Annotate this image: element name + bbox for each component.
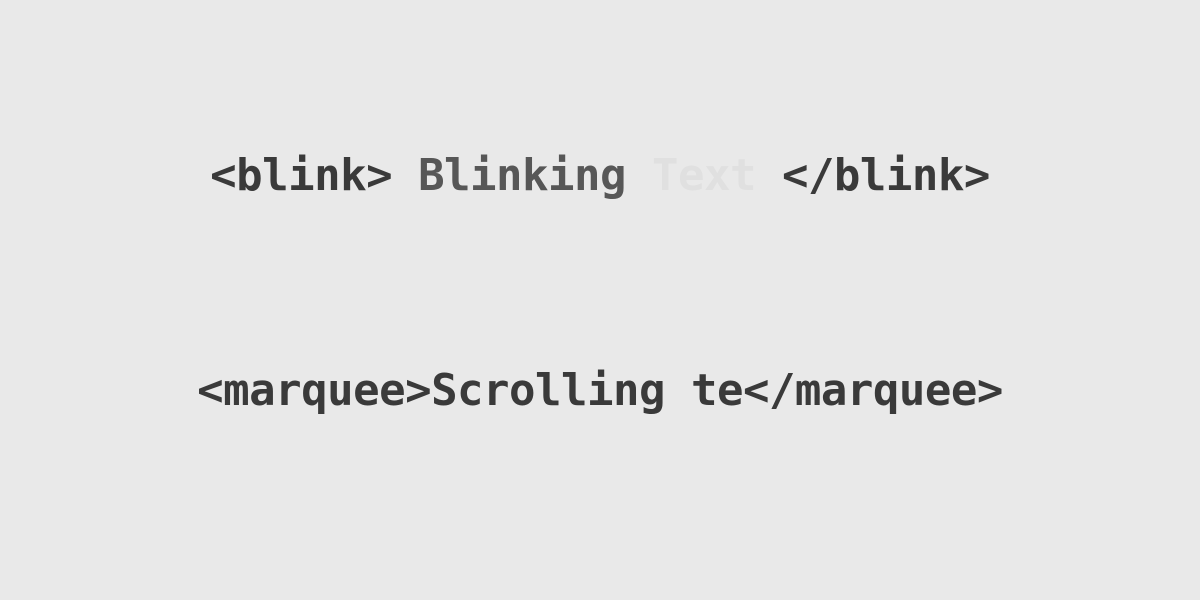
marquee-content: Scrolling te xyxy=(431,365,743,416)
marquee-example-line: <marquee>Scrolling te</marquee> xyxy=(0,365,1200,416)
blink-close-tag: </blink> xyxy=(782,150,990,201)
marquee-close-tag: </marquee> xyxy=(743,365,1003,416)
marquee-open-tag: <marquee> xyxy=(197,365,431,416)
demo-canvas: <blink> Blinking Text </blink> <marquee>… xyxy=(0,0,1200,600)
blink-content-word-2: Text xyxy=(652,150,756,201)
blink-open-tag: <blink> xyxy=(210,150,392,201)
blink-content-word-1: Blinking xyxy=(418,150,626,201)
blink-example-line: <blink> Blinking Text </blink> xyxy=(0,150,1200,201)
